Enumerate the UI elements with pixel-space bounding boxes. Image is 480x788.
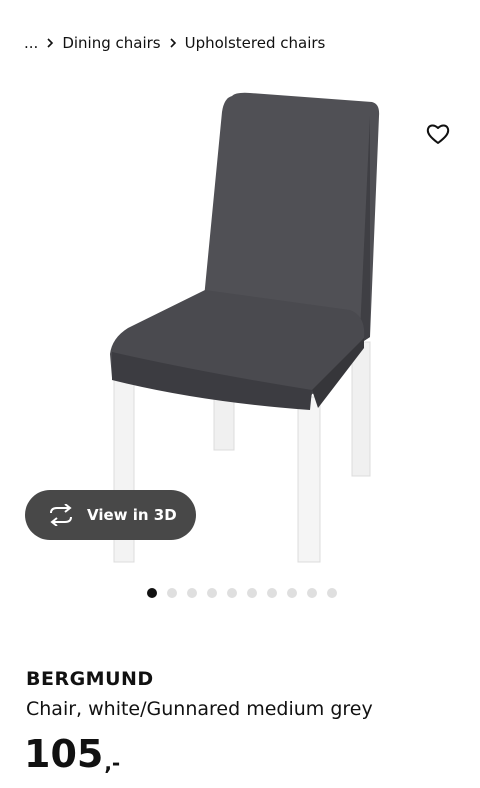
- chevron-right-icon: [161, 35, 185, 51]
- carousel-dot[interactable]: [327, 588, 337, 598]
- heart-icon: [426, 124, 450, 144]
- breadcrumb: ... Dining chairs Upholstered chairs: [24, 30, 325, 56]
- product-price: 105 ,-: [24, 735, 120, 773]
- product-description: Chair, white/Gunnared medium grey: [26, 698, 373, 720]
- carousel-dot[interactable]: [307, 588, 317, 598]
- favorite-button[interactable]: [420, 116, 456, 152]
- carousel-dot[interactable]: [207, 588, 217, 598]
- rotate-3d-icon: [50, 504, 72, 526]
- carousel-dot[interactable]: [187, 588, 197, 598]
- breadcrumb-item-upholstered-chairs[interactable]: Upholstered chairs: [185, 34, 326, 52]
- carousel-dot[interactable]: [147, 588, 157, 598]
- carousel-dot[interactable]: [227, 588, 237, 598]
- price-amount: 105: [24, 732, 104, 776]
- carousel-dot[interactable]: [287, 588, 297, 598]
- view-in-3d-label: View in 3D: [87, 506, 177, 524]
- product-name: BERGMUND: [26, 668, 154, 690]
- carousel-dot[interactable]: [267, 588, 277, 598]
- image-carousel-dots: [147, 588, 337, 598]
- carousel-dot[interactable]: [247, 588, 257, 598]
- chevron-right-icon: [38, 35, 62, 51]
- carousel-dot[interactable]: [167, 588, 177, 598]
- view-in-3d-button[interactable]: View in 3D: [25, 490, 196, 540]
- breadcrumb-item-dining-chairs[interactable]: Dining chairs: [62, 34, 160, 52]
- price-suffix: ,-: [104, 751, 121, 775]
- breadcrumb-ellipsis[interactable]: ...: [24, 34, 38, 52]
